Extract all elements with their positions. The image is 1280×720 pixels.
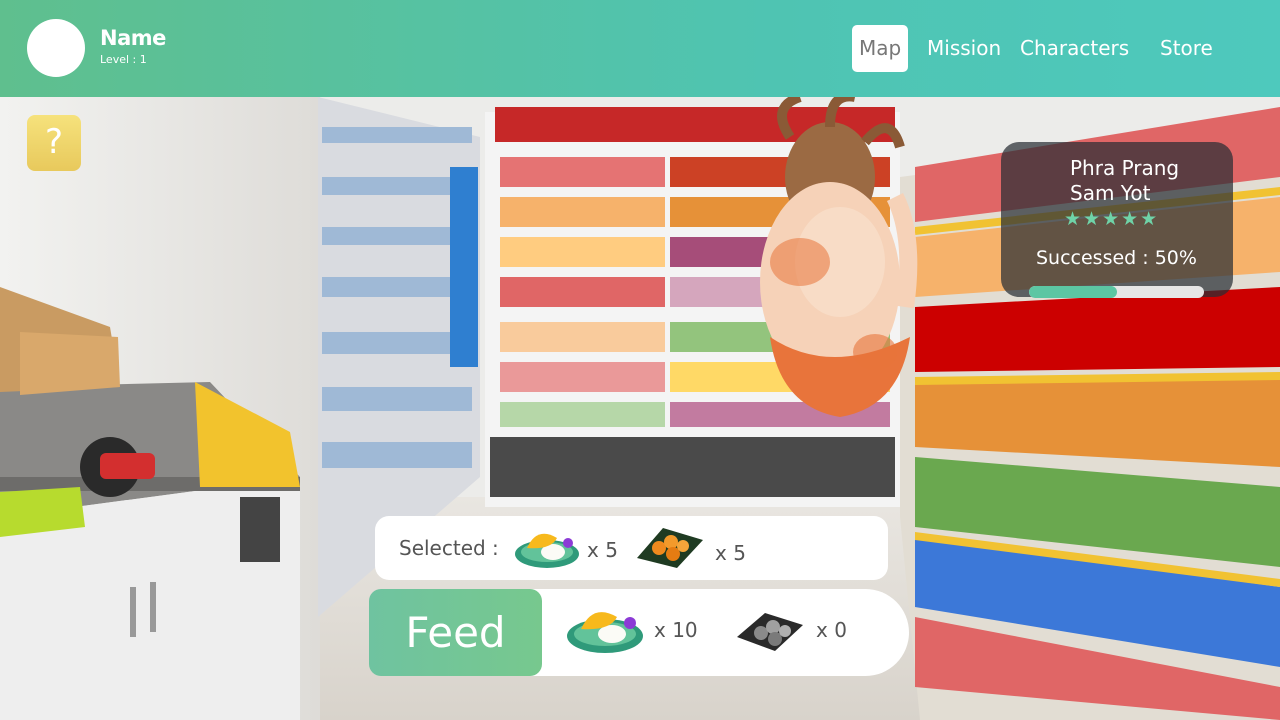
player-level: Level : 1 (100, 53, 147, 66)
feed-bar: Feed x 10 x 0 (369, 589, 909, 676)
success-progress-fill (1029, 286, 1117, 298)
mango-sticky-rice-icon[interactable] (565, 605, 645, 655)
player-name: Name (100, 26, 166, 50)
selected-items-bar: Selected : x 5 x 5 (375, 516, 888, 580)
help-button[interactable]: ? (27, 115, 81, 171)
character-info-card: Phra Prang Sam Yot ★★★★★ Successed : 50% (1001, 142, 1233, 298)
top-bar: Name Level : 1 Map Mission Characters St… (0, 0, 1280, 97)
fried-dessert-icon[interactable] (633, 524, 705, 570)
success-rate-text: Successed : 50% (1036, 247, 1197, 269)
character-name-line-1: Phra Prang (1070, 156, 1180, 180)
selected-count-1: x 5 (587, 538, 618, 562)
selected-label: Selected : (399, 536, 499, 560)
success-progress-bar (1029, 286, 1204, 298)
feed-button[interactable]: Feed (369, 589, 542, 676)
selected-count-2: x 5 (715, 541, 746, 565)
inventory-count-1: x 10 (654, 618, 698, 642)
character-name: Phra Prang Sam Yot (1070, 156, 1179, 206)
nav-characters[interactable]: Characters (1020, 25, 1129, 72)
character-name-line-2: Sam Yot (1070, 181, 1151, 205)
inventory-count-2: x 0 (816, 618, 847, 642)
nav-mission[interactable]: Mission (927, 25, 1001, 72)
player-avatar[interactable] (27, 19, 85, 77)
mango-sticky-rice-icon[interactable] (513, 528, 581, 570)
locked-dessert-icon[interactable] (735, 607, 805, 653)
nav-map[interactable]: Map (852, 25, 909, 72)
rating-stars-icon: ★★★★★ (1064, 208, 1160, 230)
nav-store[interactable]: Store (1160, 25, 1213, 72)
